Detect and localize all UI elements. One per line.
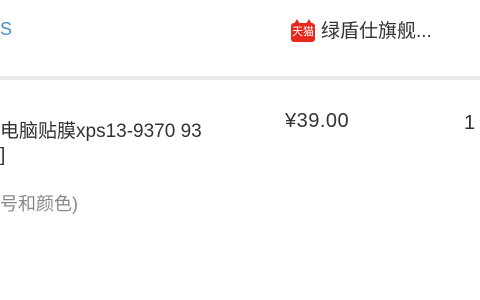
section-divider xyxy=(0,76,480,80)
shop-header-row: S 天猫 绿盾仕旗舰... xyxy=(0,0,480,76)
quantity-value[interactable]: 1 xyxy=(464,112,475,135)
tmall-icon: 天猫 xyxy=(291,18,315,42)
product-spec: 号和颜色) xyxy=(0,194,78,214)
shop-name[interactable]: 绿盾仕旗舰... xyxy=(321,20,432,44)
shop-link[interactable]: 天猫 绿盾仕旗舰... xyxy=(291,18,432,44)
header-link-text[interactable]: S xyxy=(0,17,12,41)
product-title-continued[interactable]: ] xyxy=(0,145,5,167)
product-title[interactable]: 电脑贴膜xps13-9370 93 xyxy=(0,116,202,143)
unit-price: ¥39.00 xyxy=(285,110,350,132)
